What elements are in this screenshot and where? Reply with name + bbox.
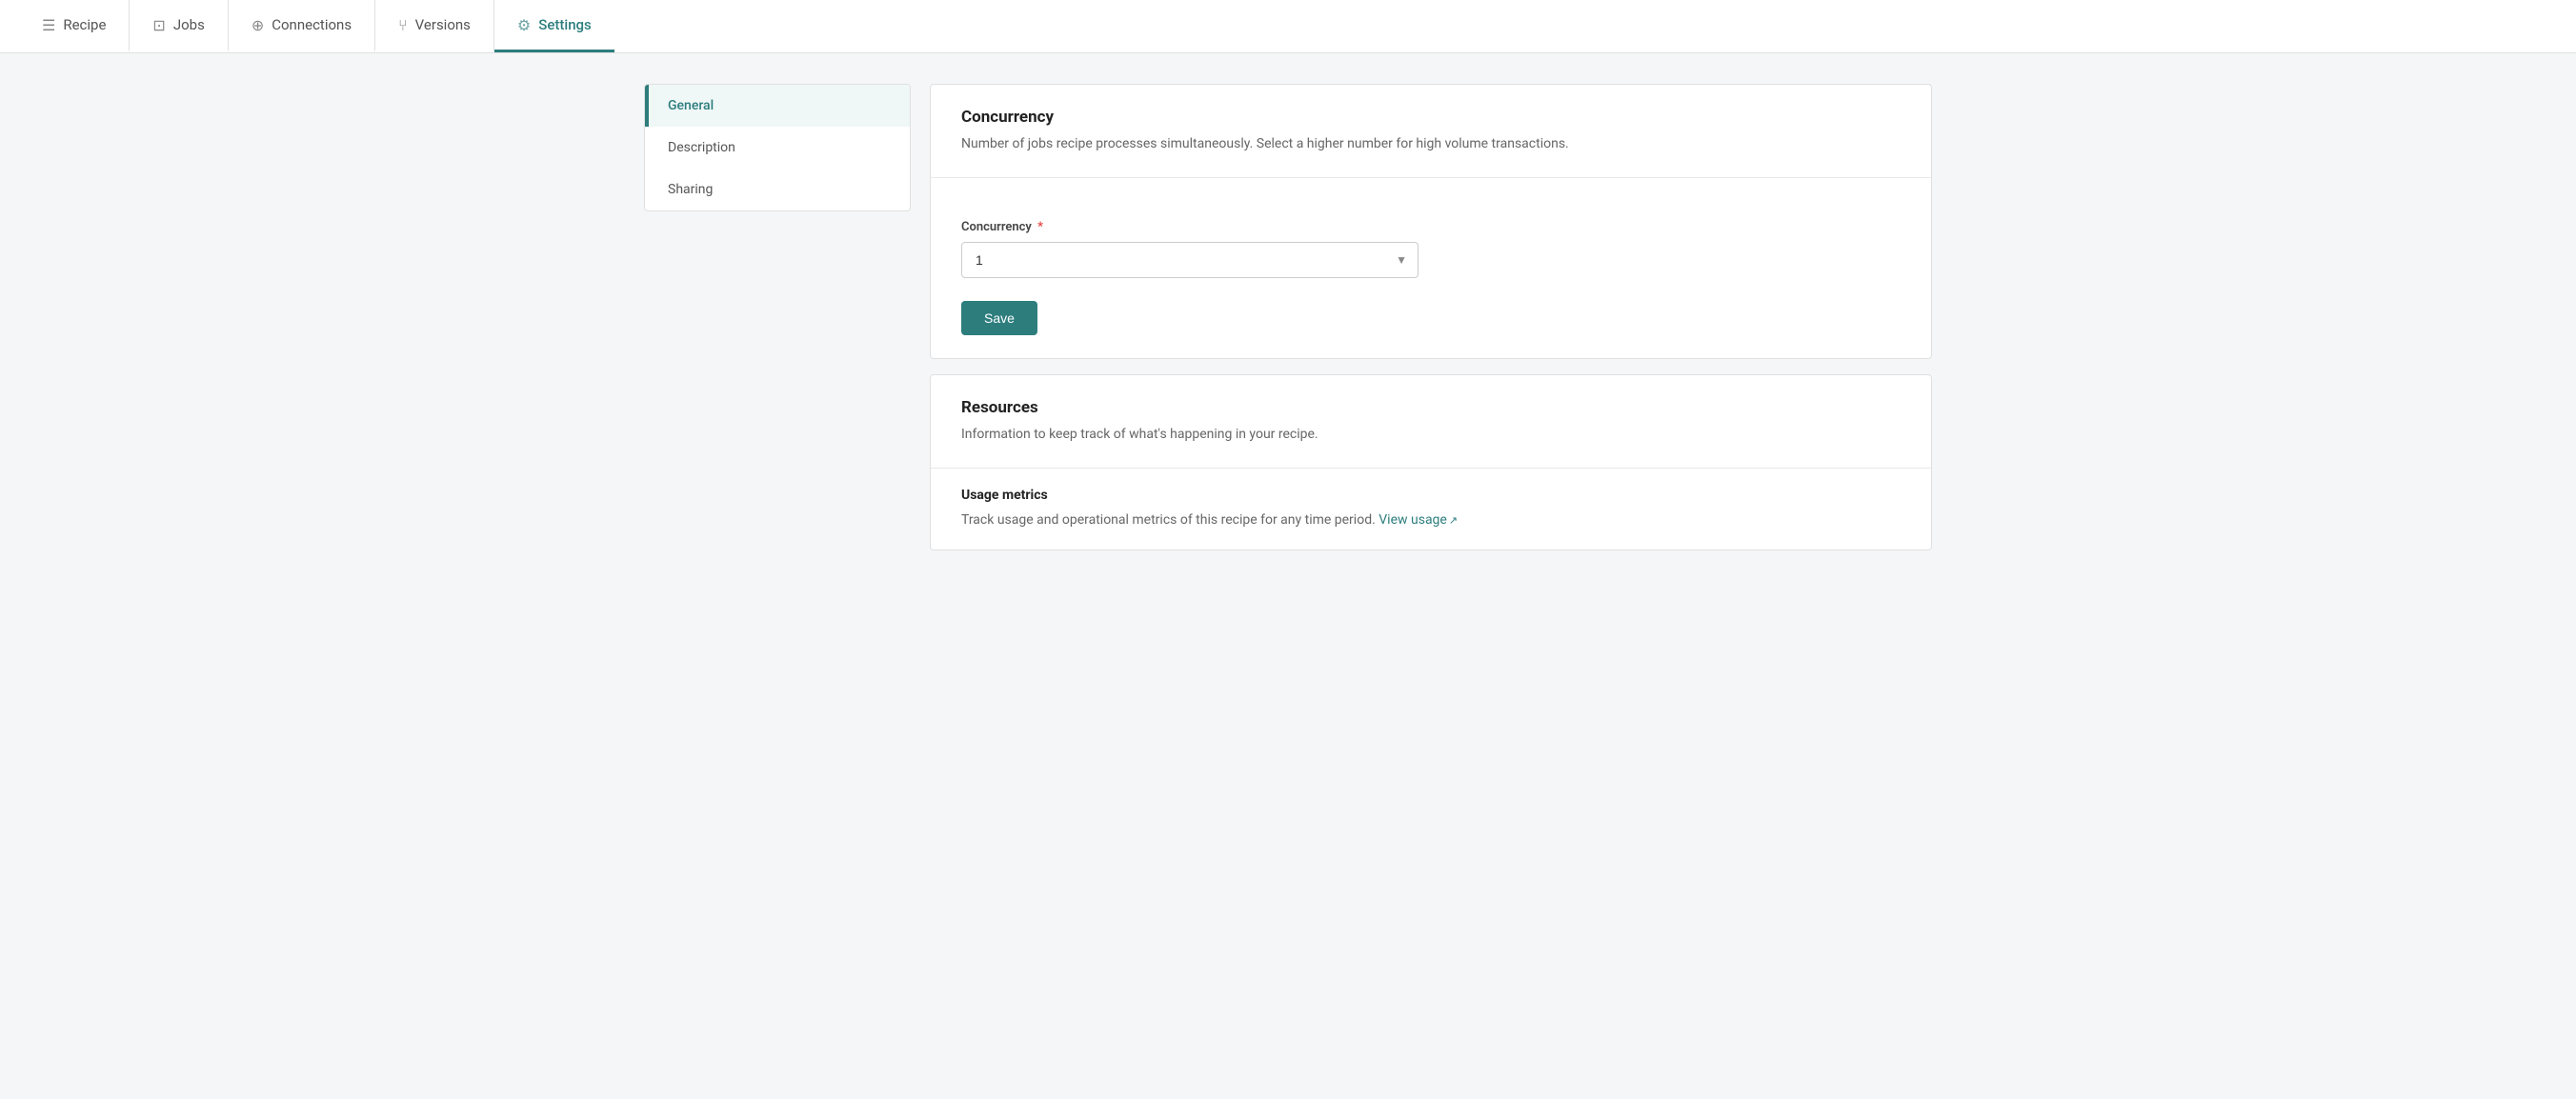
- usage-metrics-description: Track usage and operational metrics of t…: [961, 512, 1376, 528]
- tab-recipe-label: Recipe: [63, 16, 106, 33]
- concurrency-header: Concurrency Number of jobs recipe proces…: [931, 85, 1931, 177]
- connections-icon: ⊕: [252, 16, 264, 34]
- resources-card: Resources Information to keep track of w…: [930, 374, 1932, 550]
- concurrency-title: Concurrency: [961, 108, 1901, 127]
- versions-icon: ⑂: [398, 16, 408, 34]
- jobs-icon: ⊡: [152, 16, 165, 34]
- recipe-icon: ☰: [42, 16, 55, 34]
- save-button[interactable]: Save: [961, 301, 1037, 335]
- usage-metrics-text: Track usage and operational metrics of t…: [961, 510, 1901, 530]
- tab-recipe[interactable]: ☰ Recipe: [19, 0, 130, 52]
- sidebar: General Description Sharing: [644, 84, 911, 211]
- concurrency-label: Concurrency *: [961, 220, 1901, 234]
- view-usage-link[interactable]: View usage↗: [1379, 512, 1458, 528]
- resources-title: Resources: [961, 398, 1901, 417]
- sidebar-item-sharing[interactable]: Sharing: [645, 169, 910, 210]
- main-layout: General Description Sharing Concurrency …: [621, 53, 1955, 581]
- sidebar-item-sharing-label: Sharing: [668, 182, 713, 197]
- sidebar-item-general[interactable]: General: [645, 85, 910, 127]
- resources-description: Information to keep track of what's happ…: [961, 425, 1901, 445]
- usage-metrics-title: Usage metrics: [961, 488, 1901, 503]
- tab-connections[interactable]: ⊕ Connections: [229, 0, 375, 52]
- concurrency-label-text: Concurrency: [961, 220, 1032, 234]
- concurrency-select[interactable]: 1 2 4 8 10: [961, 242, 1419, 278]
- concurrency-form-section: Concurrency * 1 2 4 8 10 ▼ Sav: [931, 177, 1931, 358]
- top-navigation: ☰ Recipe ⊡ Jobs ⊕ Connections ⑂ Versions…: [0, 0, 2576, 53]
- concurrency-card: Concurrency Number of jobs recipe proces…: [930, 84, 1932, 359]
- usage-metrics-section: Usage metrics Track usage and operationa…: [931, 468, 1931, 550]
- sidebar-item-description[interactable]: Description: [645, 127, 910, 169]
- concurrency-description: Number of jobs recipe processes simultan…: [961, 134, 1901, 154]
- content-area: Concurrency Number of jobs recipe proces…: [930, 84, 1932, 550]
- tab-connections-label: Connections: [272, 16, 352, 33]
- external-link-icon: ↗: [1449, 514, 1458, 527]
- view-usage-link-text: View usage: [1379, 512, 1447, 528]
- resources-header: Resources Information to keep track of w…: [931, 375, 1931, 468]
- concurrency-form-group: Concurrency * 1 2 4 8 10 ▼: [961, 220, 1901, 278]
- settings-icon: ⚙: [517, 16, 531, 34]
- tab-versions[interactable]: ⑂ Versions: [375, 0, 494, 52]
- sidebar-item-general-label: General: [668, 98, 714, 113]
- tab-jobs[interactable]: ⊡ Jobs: [130, 0, 228, 52]
- required-star: *: [1037, 220, 1043, 234]
- sidebar-item-description-label: Description: [668, 140, 735, 155]
- tab-jobs-label: Jobs: [173, 16, 205, 33]
- concurrency-select-wrapper: 1 2 4 8 10 ▼: [961, 242, 1419, 278]
- tab-settings-label: Settings: [538, 16, 592, 33]
- tab-versions-label: Versions: [415, 16, 471, 33]
- tab-settings[interactable]: ⚙ Settings: [494, 0, 614, 52]
